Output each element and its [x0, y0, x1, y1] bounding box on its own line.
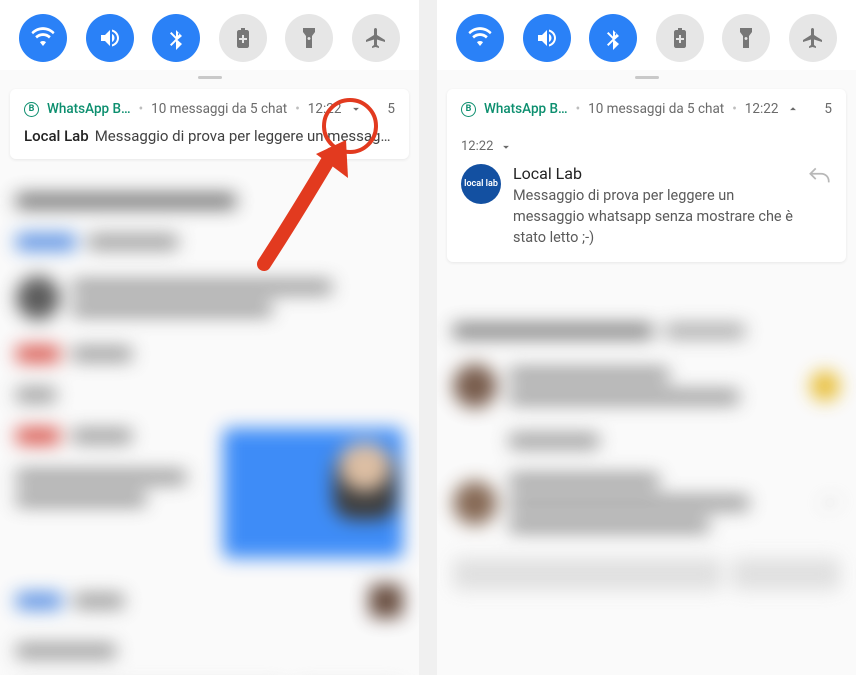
- notification-summary: 10 messaggi da 5 chat: [588, 101, 724, 117]
- notification-time: 12:22: [308, 101, 342, 117]
- whatsapp-business-icon: B: [24, 102, 39, 117]
- notification-preview: Local Lab Messaggio di prova per leggere …: [24, 127, 395, 145]
- phone-left: B WhatsApp B… • 10 messaggi da 5 chat • …: [0, 0, 419, 675]
- sound-toggle[interactable]: [86, 14, 134, 62]
- app-name: WhatsApp B…: [47, 101, 131, 117]
- notification-header: B WhatsApp B… • 10 messaggi da 5 chat • …: [461, 101, 832, 117]
- quick-settings-row: [0, 0, 419, 70]
- volume-icon: [535, 26, 559, 50]
- chevron-up-icon[interactable]: [786, 102, 800, 116]
- battery-saver-icon: [668, 26, 692, 50]
- expanded-time-row: 12:22: [461, 139, 832, 154]
- notification-header: B WhatsApp B… • 10 messaggi da 5 chat • …: [24, 101, 395, 117]
- message-time: 12:22: [461, 139, 493, 154]
- shade-handle[interactable]: [635, 76, 659, 79]
- separator-dot: •: [295, 101, 300, 117]
- sender-name: Local Lab: [24, 127, 89, 145]
- bluetooth-toggle[interactable]: [589, 14, 637, 62]
- notification-summary: 10 messaggi da 5 chat: [151, 101, 287, 117]
- airplane-icon: [364, 26, 388, 50]
- airplane-toggle[interactable]: [352, 14, 400, 62]
- battery-saver-toggle[interactable]: [219, 14, 267, 62]
- bluetooth-icon: [164, 26, 188, 50]
- separator-dot: •: [576, 101, 581, 117]
- message-body: Messaggio di prova per leggere un messag…: [513, 187, 793, 246]
- wifi-icon: [31, 26, 55, 50]
- blurred-background: ↩: [437, 310, 856, 675]
- battery-saver-toggle[interactable]: [656, 14, 704, 62]
- reply-button[interactable]: [806, 164, 832, 248]
- flashlight-toggle[interactable]: [722, 14, 770, 62]
- notification-time: 12:22: [745, 101, 779, 117]
- airplane-toggle[interactable]: [789, 14, 837, 62]
- battery-saver-icon: [231, 26, 255, 50]
- airplane-icon: [801, 26, 825, 50]
- wifi-toggle[interactable]: [19, 14, 67, 62]
- flashlight-icon: [734, 26, 758, 50]
- separator-dot: •: [139, 101, 144, 117]
- separator-dot: •: [732, 101, 737, 117]
- message-text-block: Local Lab Messaggio di prova per leggere…: [513, 164, 794, 248]
- blurred-background: [0, 180, 419, 675]
- whatsapp-business-icon: B: [461, 102, 476, 117]
- flashlight-toggle[interactable]: [285, 14, 333, 62]
- notification-count: 5: [824, 101, 832, 117]
- notification-card-expanded[interactable]: B WhatsApp B… • 10 messaggi da 5 chat • …: [447, 89, 846, 262]
- notification-card-collapsed[interactable]: B WhatsApp B… • 10 messaggi da 5 chat • …: [10, 89, 409, 159]
- wifi-icon: [468, 26, 492, 50]
- preview-text: Messaggio di prova per leggere un messag…: [95, 127, 391, 145]
- bluetooth-icon: [601, 26, 625, 50]
- app-name: WhatsApp B…: [484, 101, 568, 117]
- sound-toggle[interactable]: [523, 14, 571, 62]
- sender-avatar: local lab: [461, 164, 501, 204]
- chevron-down-icon[interactable]: [349, 102, 363, 116]
- reply-icon: [806, 164, 832, 190]
- sender-name: Local Lab: [513, 164, 794, 183]
- shade-handle[interactable]: [198, 76, 222, 79]
- expanded-body: local lab Local Lab Messaggio di prova p…: [461, 164, 832, 248]
- bluetooth-toggle[interactable]: [152, 14, 200, 62]
- phone-right: B WhatsApp B… • 10 messaggi da 5 chat • …: [437, 0, 856, 675]
- notification-count: 5: [387, 101, 395, 117]
- quick-settings-row: [437, 0, 856, 70]
- flashlight-icon: [297, 26, 321, 50]
- volume-icon: [98, 26, 122, 50]
- chevron-down-icon[interactable]: [499, 140, 513, 154]
- wifi-toggle[interactable]: [456, 14, 504, 62]
